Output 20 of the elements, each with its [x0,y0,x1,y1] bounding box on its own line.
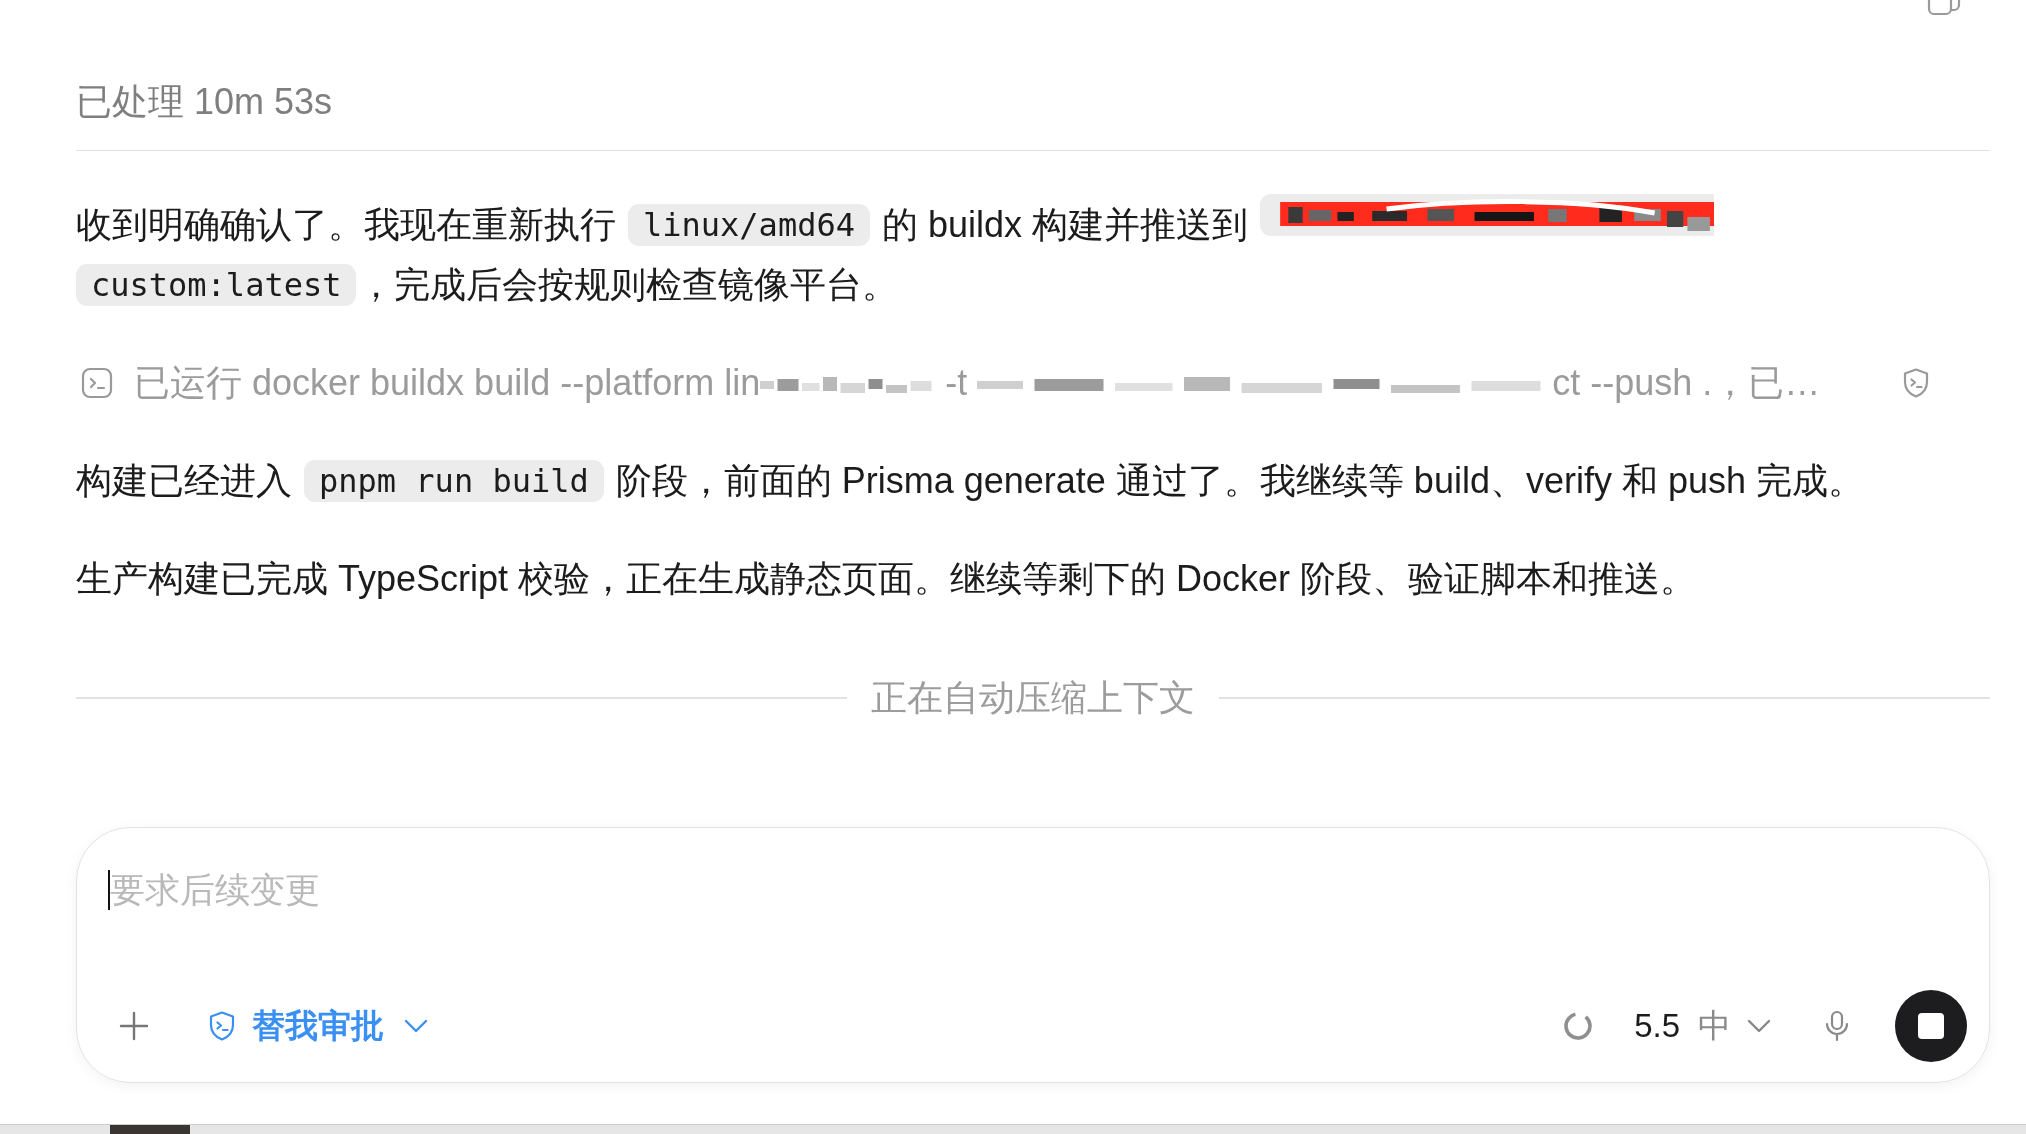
command-summary[interactable]: 已运行 docker buildx build --platform lin -t ct --push .，已… [134,359,1821,407]
plus-icon [118,1010,150,1042]
inline-code: custom:latest [76,264,357,306]
model-selector-button[interactable]: 5.5 中 [1634,1004,1771,1048]
message-input[interactable]: 要求后续变更 [110,870,1967,910]
context-notice: 正在自动压缩上下文 [871,676,1195,720]
add-button[interactable] [118,1010,150,1042]
ring-icon[interactable] [1562,1010,1595,1042]
copy-icon[interactable] [1927,0,1961,16]
chevron-down-icon [404,1019,428,1033]
approval-mode-button[interactable]: 替我审批 [206,1004,428,1048]
inline-code: linux/amd64 [628,204,870,246]
message-paragraph: 生产构建已完成 TypeScript 校验，正在生成静态页面。继续等剩下的 Docker 阶段、验证脚本和推送。 [76,557,1698,601]
stop-icon [1918,1013,1944,1039]
inline-code: pnpm run build [304,460,604,502]
message-paragraph: 收到明确确认了。我现在重新执行 linux/amd64 的 buildx 构建并推送到 custom:latest ，完成后会按规则检查镜像平台。 [76,194,1990,315]
chevron-down-icon [1747,1019,1771,1033]
status-text: 已处理 10m 53s [76,80,333,124]
terminal-icon [81,367,113,399]
message-paragraph: 构建已经进入 pnpm run build 阶段，前面的 Prisma generate 通过了。我继续等 build、verify 和 push 完成。 [76,459,1865,504]
